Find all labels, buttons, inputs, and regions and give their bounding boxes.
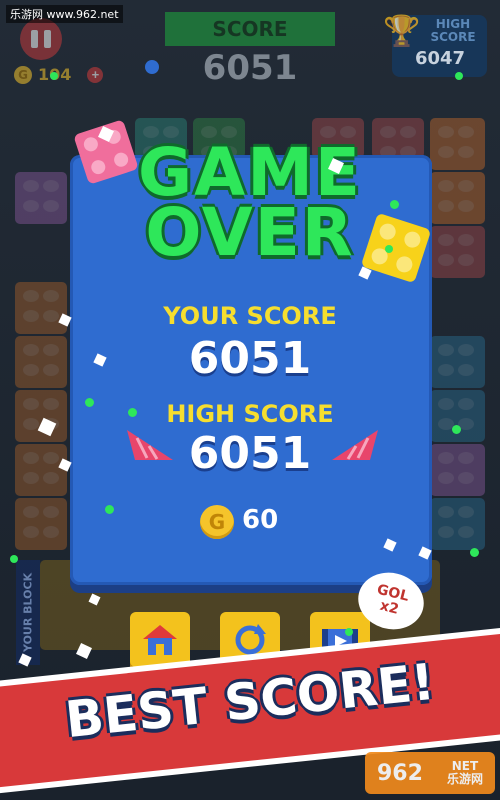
watermark-logo: 962 NET 乐游网	[365, 752, 495, 794]
background-brick	[15, 498, 67, 550]
background-brick	[15, 172, 67, 224]
coin-icon: G	[200, 505, 234, 539]
background-brick	[430, 172, 485, 224]
coin-icon: G	[14, 65, 32, 84]
background-brick	[430, 444, 485, 496]
confetti-piece	[455, 72, 463, 80]
confetti-piece	[105, 505, 114, 514]
your-score-label: YOUR SCORE	[163, 302, 337, 330]
confetti-piece	[128, 408, 137, 417]
confetti-piece	[385, 245, 393, 253]
background-brick	[15, 390, 67, 442]
your-block-label: YOUR BLOCK	[16, 560, 40, 665]
background-brick	[15, 282, 67, 334]
add-coins-button[interactable]: +	[87, 66, 104, 83]
high-score-value: 6047	[414, 48, 466, 69]
current-score: 6051	[202, 48, 298, 88]
confetti-piece	[50, 72, 58, 80]
trophy-icon: 🏆	[383, 15, 421, 48]
background-brick	[15, 444, 67, 496]
restart-icon	[235, 623, 266, 654]
background-brick	[430, 118, 485, 170]
high-score-label: HIGH SCORE	[430, 17, 476, 44]
confetti-piece	[10, 555, 18, 563]
party-horn-left-icon	[127, 430, 173, 460]
background-brick	[430, 390, 485, 442]
confetti-piece	[470, 548, 479, 557]
background-brick	[430, 336, 485, 388]
confetti-piece	[85, 398, 94, 407]
coins-earned: 60	[242, 505, 279, 535]
coin-counter: G 104 +	[14, 65, 104, 84]
your-score-value: 6051	[188, 333, 312, 384]
pause-button[interactable]	[20, 18, 62, 60]
confetti-piece	[145, 60, 159, 74]
score-ribbon: SCORE	[165, 12, 335, 46]
background-brick	[430, 498, 485, 550]
party-horn-right-icon	[332, 430, 378, 460]
watermark-text: 乐游网 www.962.net	[6, 5, 123, 23]
background-brick	[430, 226, 485, 278]
confetti-piece	[390, 200, 399, 209]
home-icon	[143, 624, 177, 655]
confetti-piece	[452, 425, 461, 434]
background-brick	[15, 336, 67, 388]
yellow-lego-icon	[362, 214, 430, 282]
confetti-piece	[345, 628, 353, 636]
home-button[interactable]	[130, 612, 190, 667]
game-over-screen: 乐游网 www.962.net G 104 + SCORE 6051 🏆 HIG…	[0, 0, 500, 800]
